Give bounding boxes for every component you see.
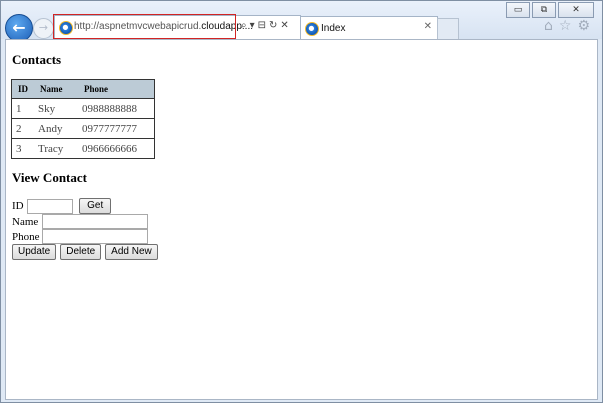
add-new-button[interactable]: Add New <box>105 244 158 260</box>
phone-label: Phone <box>12 230 40 243</box>
column-header-phone: Phone <box>78 80 155 99</box>
restore-button[interactable]: ⧉ <box>532 2 556 18</box>
cell-name: Tracy <box>34 138 79 158</box>
browser-chrome: ▭ ⧉ ✕ ← → http://aspnetmvcwebapicrud.clo… <box>1 1 602 42</box>
address-highlight-box <box>53 14 236 39</box>
new-tab-button[interactable] <box>437 18 459 40</box>
minimize-button[interactable]: ▭ <box>506 2 530 18</box>
home-icon[interactable]: ⌂ <box>544 18 553 34</box>
contacts-heading: Contacts <box>12 52 62 67</box>
cell-phone: 0988888888 <box>78 98 155 119</box>
column-header-name: Name <box>34 80 79 99</box>
refresh-icon[interactable]: ↻ <box>269 20 277 31</box>
address-tools: ⌕ ▾ ⊟ ↻ ✕ <box>241 20 289 31</box>
phone-input[interactable] <box>42 229 149 244</box>
update-button[interactable]: Update <box>12 244 57 260</box>
view-contact-heading: View Contact <box>12 170 87 185</box>
cell-phone: 0966666666 <box>78 138 155 158</box>
id-row: ID Get <box>12 198 112 214</box>
cell-id: 3 <box>12 138 35 158</box>
name-input[interactable] <box>42 214 149 229</box>
tab-close-icon[interactable]: ✕ <box>424 21 432 32</box>
cell-id: 2 <box>12 118 35 139</box>
gear-icon[interactable]: ⚙ <box>577 18 590 34</box>
table-row: 2 Andy 0977777777 <box>12 118 155 139</box>
forward-button[interactable]: → <box>33 18 54 39</box>
contacts-table: ID Name Phone 1 Sky 0988888888 2 Andy 09… <box>10 79 156 159</box>
table-header-row: ID Name Phone <box>12 80 155 99</box>
cell-name: Sky <box>34 98 79 119</box>
browser-window: ▭ ⧉ ✕ ← → http://aspnetmvcwebapicrud.clo… <box>0 0 603 403</box>
table-row: 1 Sky 0988888888 <box>12 98 155 119</box>
toolbar-icons: ⌂ ☆ ⚙ <box>544 18 590 34</box>
compatibility-icon[interactable]: ⊟ <box>258 20 266 31</box>
name-label: Name <box>12 215 39 228</box>
back-button[interactable]: ← <box>5 14 33 42</box>
action-buttons: Update Delete Add New <box>12 244 158 260</box>
delete-button[interactable]: Delete <box>60 244 102 260</box>
table-row: 3 Tracy 0966666666 <box>12 138 155 158</box>
favorites-icon[interactable]: ☆ <box>559 18 572 34</box>
get-button[interactable]: Get <box>79 198 112 214</box>
id-label: ID <box>12 200 24 212</box>
phone-row: Phone <box>12 229 149 244</box>
column-header-id: ID <box>12 80 35 99</box>
cell-phone: 0977777777 <box>78 118 155 139</box>
stop-icon[interactable]: ✕ <box>280 20 288 31</box>
dropdown-icon[interactable]: ▾ <box>250 20 255 31</box>
page-content: Contacts ID Name Phone 1 Sky 0988888888 … <box>5 39 598 400</box>
close-window-button[interactable]: ✕ <box>558 2 594 18</box>
window-controls: ▭ ⧉ ✕ <box>504 2 594 18</box>
search-icon[interactable]: ⌕ <box>241 20 247 31</box>
cell-id: 1 <box>12 98 35 119</box>
ie-tab-icon <box>305 22 319 36</box>
name-row: Name <box>12 214 149 229</box>
tab-index[interactable]: Index ✕ <box>300 16 438 40</box>
tab-label: Index <box>321 23 346 34</box>
cell-name: Andy <box>34 118 79 139</box>
id-input[interactable] <box>27 198 74 214</box>
